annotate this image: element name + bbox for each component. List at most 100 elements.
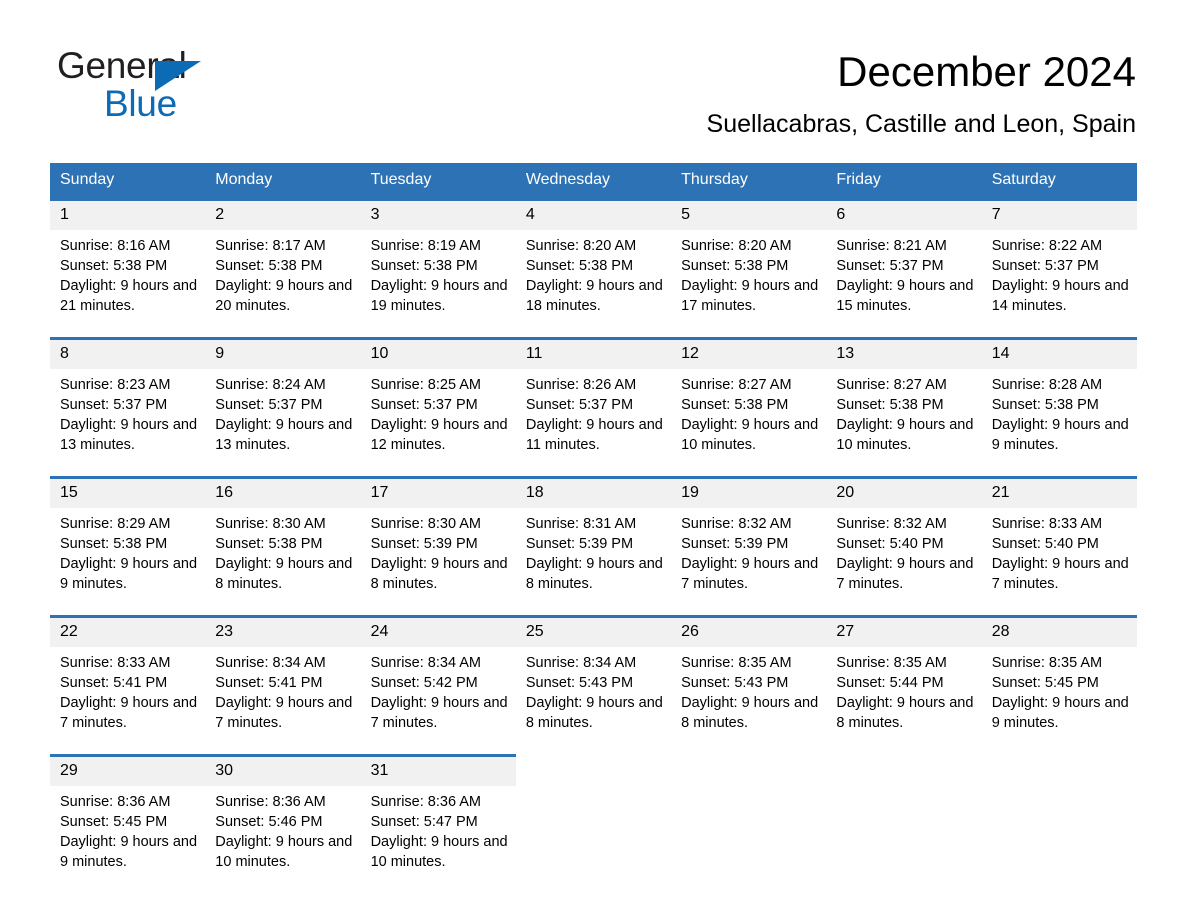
sunrise-text: Sunrise: 8:36 AM	[370, 794, 481, 810]
day-cell[interactable]: Sunrise: 8:33 AM Sunset: 5:40 PM Dayligh…	[981, 508, 1137, 604]
day-cell[interactable]: Sunrise: 8:27 AM Sunset: 5:38 PM Dayligh…	[671, 369, 827, 465]
week-row-daynumbers: 8 9 10 11 12 13 14	[50, 337, 1137, 369]
sunset-text: Sunset: 5:38 PM	[60, 536, 168, 552]
day-cell[interactable]: Sunrise: 8:36 AM Sunset: 5:47 PM Dayligh…	[360, 786, 516, 882]
day-number[interactable]: 14	[981, 337, 1137, 369]
sunrise-text: Sunrise: 8:30 AM	[215, 516, 326, 532]
day-number[interactable]: 25	[515, 615, 672, 647]
day-number[interactable]: 5	[671, 198, 827, 230]
sunset-text: Sunset: 5:38 PM	[681, 397, 789, 413]
day-number[interactable]: 11	[515, 337, 672, 369]
generalblue-logo[interactable]: General Blue	[57, 45, 257, 125]
day-number-empty	[981, 755, 1137, 786]
day-number[interactable]: 10	[360, 337, 516, 369]
day-number[interactable]: 6	[826, 198, 982, 230]
day-number[interactable]: 12	[671, 337, 827, 369]
day-number[interactable]: 18	[515, 476, 672, 508]
sunset-text: Sunset: 5:45 PM	[60, 814, 168, 830]
day-cell[interactable]: Sunrise: 8:25 AM Sunset: 5:37 PM Dayligh…	[360, 369, 516, 465]
week-separator	[50, 326, 1137, 339]
sunrise-text: Sunrise: 8:32 AM	[681, 516, 792, 532]
day-cell[interactable]: Sunrise: 8:35 AM Sunset: 5:45 PM Dayligh…	[981, 647, 1137, 743]
sunrise-text: Sunrise: 8:17 AM	[215, 238, 326, 254]
sunrise-text: Sunrise: 8:26 AM	[525, 377, 637, 393]
day-number[interactable]: 13	[826, 337, 982, 369]
day-cell[interactable]: Sunrise: 8:28 AM Sunset: 5:38 PM Dayligh…	[981, 369, 1137, 465]
sunset-text: Sunset: 5:39 PM	[681, 536, 789, 552]
day-cell[interactable]: Sunrise: 8:26 AM Sunset: 5:37 PM Dayligh…	[515, 369, 672, 465]
weekday-header-sunday: Sunday	[50, 163, 206, 200]
day-number[interactable]: 1	[50, 198, 206, 230]
daylight-text: Daylight: 9 hours and 9 minutes.	[60, 556, 198, 592]
day-number[interactable]: 22	[50, 615, 206, 647]
weekday-header-thursday: Thursday	[671, 163, 827, 200]
day-cell[interactable]: Sunrise: 8:20 AM Sunset: 5:38 PM Dayligh…	[671, 230, 827, 326]
day-cell[interactable]: Sunrise: 8:30 AM Sunset: 5:38 PM Dayligh…	[205, 508, 361, 604]
day-number[interactable]: 21	[981, 476, 1137, 508]
day-cell[interactable]: Sunrise: 8:36 AM Sunset: 5:46 PM Dayligh…	[205, 786, 361, 882]
day-number[interactable]: 4	[515, 198, 672, 230]
calendar-header-row: Sunday Monday Tuesday Wednesday Thursday…	[50, 163, 1137, 200]
day-number[interactable]: 3	[360, 198, 516, 230]
day-number[interactable]: 24	[360, 615, 516, 647]
page-header: General Blue December 2024 Suellacabras,…	[0, 0, 1188, 140]
day-number[interactable]: 16	[205, 476, 361, 508]
day-number[interactable]: 29	[50, 754, 206, 786]
day-cell[interactable]: Sunrise: 8:16 AM Sunset: 5:38 PM Dayligh…	[50, 230, 206, 326]
day-cell[interactable]: Sunrise: 8:35 AM Sunset: 5:44 PM Dayligh…	[826, 647, 982, 743]
day-number[interactable]: 30	[205, 754, 361, 786]
day-number[interactable]: 27	[826, 615, 982, 647]
day-number[interactable]: 23	[205, 615, 361, 647]
day-cell[interactable]: Sunrise: 8:36 AM Sunset: 5:45 PM Dayligh…	[50, 786, 206, 882]
day-number[interactable]: 15	[50, 476, 206, 508]
sunrise-text: Sunrise: 8:24 AM	[215, 377, 326, 393]
day-number[interactable]: 28	[981, 615, 1137, 647]
day-cell[interactable]: Sunrise: 8:20 AM Sunset: 5:38 PM Dayligh…	[515, 230, 672, 326]
day-cell[interactable]: Sunrise: 8:29 AM Sunset: 5:38 PM Dayligh…	[50, 508, 206, 604]
day-cell[interactable]: Sunrise: 8:21 AM Sunset: 5:37 PM Dayligh…	[826, 230, 982, 326]
day-cell[interactable]: Sunrise: 8:30 AM Sunset: 5:39 PM Dayligh…	[360, 508, 516, 604]
day-number[interactable]: 9	[205, 337, 361, 369]
day-cell[interactable]: Sunrise: 8:19 AM Sunset: 5:38 PM Dayligh…	[360, 230, 516, 326]
daylight-text: Daylight: 9 hours and 9 minutes.	[991, 417, 1129, 453]
day-number[interactable]: 7	[981, 198, 1137, 230]
day-cell[interactable]: Sunrise: 8:32 AM Sunset: 5:39 PM Dayligh…	[671, 508, 827, 604]
day-number[interactable]: 20	[826, 476, 982, 508]
sunrise-text: Sunrise: 8:22 AM	[991, 238, 1103, 254]
sunrise-text: Sunrise: 8:35 AM	[991, 655, 1103, 671]
daylight-text: Daylight: 9 hours and 13 minutes.	[60, 417, 198, 453]
daylight-text: Daylight: 9 hours and 10 minutes.	[370, 834, 508, 870]
week-row-details: Sunrise: 8:29 AM Sunset: 5:38 PM Dayligh…	[50, 508, 1137, 604]
day-number[interactable]: 26	[671, 615, 827, 647]
sunrise-text: Sunrise: 8:36 AM	[60, 794, 171, 810]
day-cell[interactable]: Sunrise: 8:33 AM Sunset: 5:41 PM Dayligh…	[50, 647, 206, 743]
day-cell[interactable]: Sunrise: 8:34 AM Sunset: 5:42 PM Dayligh…	[360, 647, 516, 743]
daylight-text: Daylight: 9 hours and 10 minutes.	[215, 834, 353, 870]
sunset-text: Sunset: 5:40 PM	[991, 536, 1099, 552]
sunrise-text: Sunrise: 8:20 AM	[681, 238, 792, 254]
day-number[interactable]: 19	[671, 476, 827, 508]
sunrise-text: Sunrise: 8:19 AM	[370, 238, 481, 254]
daylight-text: Daylight: 9 hours and 7 minutes.	[991, 556, 1129, 592]
day-cell[interactable]: Sunrise: 8:23 AM Sunset: 5:37 PM Dayligh…	[50, 369, 206, 465]
day-cell[interactable]: Sunrise: 8:31 AM Sunset: 5:39 PM Dayligh…	[515, 508, 672, 604]
day-number[interactable]: 17	[360, 476, 516, 508]
day-cell[interactable]: Sunrise: 8:35 AM Sunset: 5:43 PM Dayligh…	[671, 647, 827, 743]
sunrise-text: Sunrise: 8:30 AM	[370, 516, 481, 532]
weekday-header-wednesday: Wednesday	[515, 163, 672, 200]
sunset-text: Sunset: 5:37 PM	[525, 397, 634, 413]
day-cell[interactable]: Sunrise: 8:27 AM Sunset: 5:38 PM Dayligh…	[826, 369, 982, 465]
day-cell[interactable]: Sunrise: 8:34 AM Sunset: 5:43 PM Dayligh…	[515, 647, 672, 743]
day-number[interactable]: 2	[205, 198, 361, 230]
daylight-text: Daylight: 9 hours and 9 minutes.	[60, 834, 198, 870]
day-cell[interactable]: Sunrise: 8:32 AM Sunset: 5:40 PM Dayligh…	[826, 508, 982, 604]
day-number[interactable]: 31	[360, 754, 516, 786]
daylight-text: Daylight: 9 hours and 7 minutes.	[370, 695, 508, 731]
day-cell[interactable]: Sunrise: 8:34 AM Sunset: 5:41 PM Dayligh…	[205, 647, 361, 743]
day-cell[interactable]: Sunrise: 8:17 AM Sunset: 5:38 PM Dayligh…	[205, 230, 361, 326]
daylight-text: Daylight: 9 hours and 10 minutes.	[681, 417, 819, 453]
day-cell[interactable]: Sunrise: 8:24 AM Sunset: 5:37 PM Dayligh…	[205, 369, 361, 465]
day-cell[interactable]: Sunrise: 8:22 AM Sunset: 5:37 PM Dayligh…	[981, 230, 1137, 326]
day-number[interactable]: 8	[50, 337, 206, 369]
week-row-daynumbers: 22 23 24 25 26 27 28	[50, 615, 1137, 647]
